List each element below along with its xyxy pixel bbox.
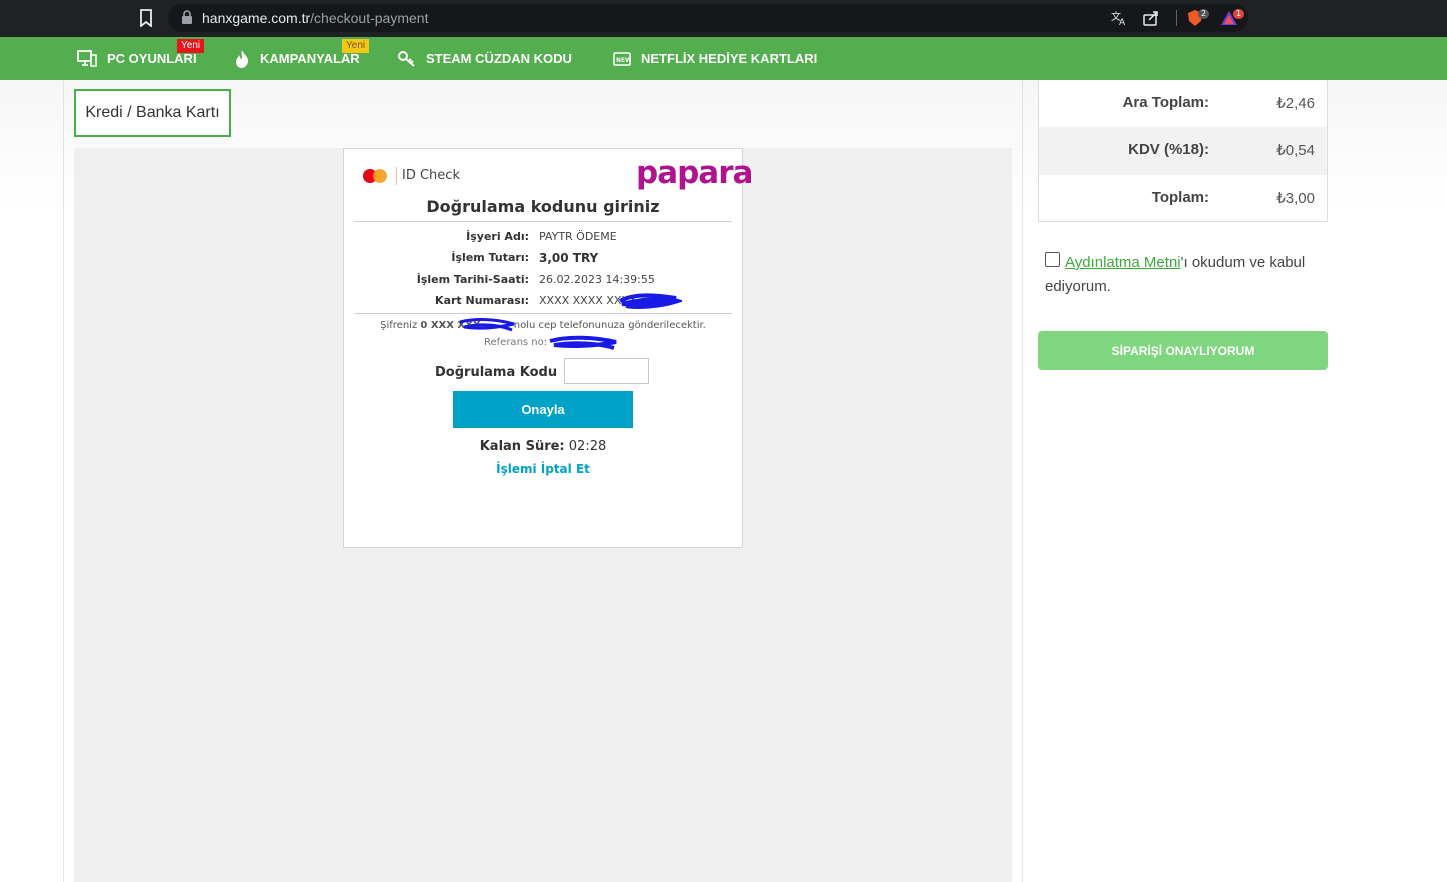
verification-code-input[interactable]: [564, 358, 649, 384]
confirm-order-button[interactable]: SİPARİŞİ ONAYLIYORUM: [1038, 331, 1328, 370]
verification-code-label: Doğrulama Kodu: [435, 365, 558, 380]
redaction-scribble: [549, 335, 617, 350]
new-tag: Yeni: [177, 39, 205, 53]
privacy-notice-link[interactable]: Aydınlatma Metni: [1065, 254, 1181, 271]
brave-badge: 2: [1198, 9, 1210, 19]
summary-row-vat: KDV (%18): ₺0,54: [1039, 127, 1327, 175]
info-value: PAYTR ÖDEME: [539, 230, 617, 243]
redaction-scribble: [619, 293, 682, 309]
nav-label: STEAM CÜZDAN KODU: [426, 51, 572, 66]
3d-secure-panel: ID Check papara Doğrulama kodunu giriniz…: [343, 148, 753, 548]
gift-card-icon: NEW: [613, 51, 631, 66]
translate-icon[interactable]: 文 A: [1110, 9, 1128, 27]
summary-value: ₺0,54: [1276, 142, 1315, 159]
info-label: İşlem Tarihi-Saati:: [416, 273, 529, 286]
summary-label: Ara Toplam:: [1122, 94, 1209, 111]
column-divider: [1022, 80, 1023, 882]
divider: [354, 221, 732, 222]
reference-number: Referans no:: [484, 337, 548, 348]
key-icon: [398, 50, 415, 67]
divider: [354, 313, 732, 314]
confirm-button[interactable]: Onayla: [453, 391, 633, 428]
url-text[interactable]: hanxgame.com.tr/checkout-payment: [202, 10, 428, 26]
toolbar-separator: [1176, 10, 1177, 26]
summary-label: KDV (%18):: [1128, 141, 1209, 158]
nav-label: PC OYUNLARI: [107, 51, 197, 66]
consent-text: Aydınlatma Metni'ı okudum ve kabul ediyo…: [1045, 254, 1306, 295]
summary-label: Toplam:: [1151, 189, 1209, 206]
info-label: İşyeri Adı:: [466, 230, 529, 243]
browser-toolbar: hanxgame.com.tr/checkout-payment 文 A 2 1: [0, 0, 1447, 37]
mastercard-icon: [363, 169, 387, 183]
info-value: 26.02.2023 14:39:55: [539, 273, 655, 286]
summary-value: ₺2,46: [1276, 95, 1315, 112]
new-tag: Yeni: [342, 39, 370, 53]
info-label: İşlem Tutarı:: [451, 251, 529, 264]
papara-logo: papara: [636, 155, 753, 191]
share-icon[interactable]: [1142, 9, 1160, 27]
info-value: 3,00 TRY: [539, 251, 599, 265]
remaining-time: Kalan Süre: 02:28: [479, 439, 607, 454]
svg-text:A: A: [1119, 18, 1126, 27]
summary-row-subtotal: Ara Toplam: ₺2,46: [1039, 80, 1327, 128]
bookmark-icon[interactable]: [138, 9, 154, 27]
desktop-icon: [77, 49, 97, 67]
summary-row-total: Toplam: ₺3,00: [1039, 175, 1327, 223]
site-navigation: PC OYUNLARI Yeni KAMPANYALAR Yeni STEAM …: [0, 37, 1447, 80]
cancel-transaction-link[interactable]: İşlemi İptal Et: [344, 462, 742, 476]
payment-method-tab-card[interactable]: Kredi / Banka Kartı: [74, 89, 231, 137]
column-divider: [63, 80, 64, 882]
sms-notice: Şifreniz 0 XXX XXX nolu cep telefonunuza…: [380, 320, 706, 331]
logo-separator: [396, 167, 397, 185]
redaction-scribble: [459, 318, 515, 332]
nav-item-campaigns[interactable]: KAMPANYALAR: [234, 37, 360, 80]
rewards-badge: 1: [1233, 9, 1245, 19]
order-summary: Ara Toplam: ₺2,46 KDV (%18): ₺0,54 Topla…: [1038, 80, 1328, 222]
info-label: Kart Numarası:: [435, 294, 529, 307]
nav-label: NETFLİX HEDİYE KARTLARI: [641, 51, 818, 66]
nav-item-steam-wallet[interactable]: STEAM CÜZDAN KODU: [398, 37, 572, 80]
id-check-label: ID Check: [402, 168, 460, 183]
summary-value: ₺3,00: [1276, 190, 1315, 207]
svg-text:NEW: NEW: [616, 57, 631, 64]
flame-icon: [236, 49, 249, 68]
nav-item-netflix-cards[interactable]: NEW NETFLİX HEDİYE KARTLARI: [613, 37, 817, 80]
verification-title: Doğrulama kodunu giriniz: [426, 197, 660, 216]
lock-icon[interactable]: [181, 10, 193, 24]
nav-label: KAMPANYALAR: [260, 51, 360, 66]
